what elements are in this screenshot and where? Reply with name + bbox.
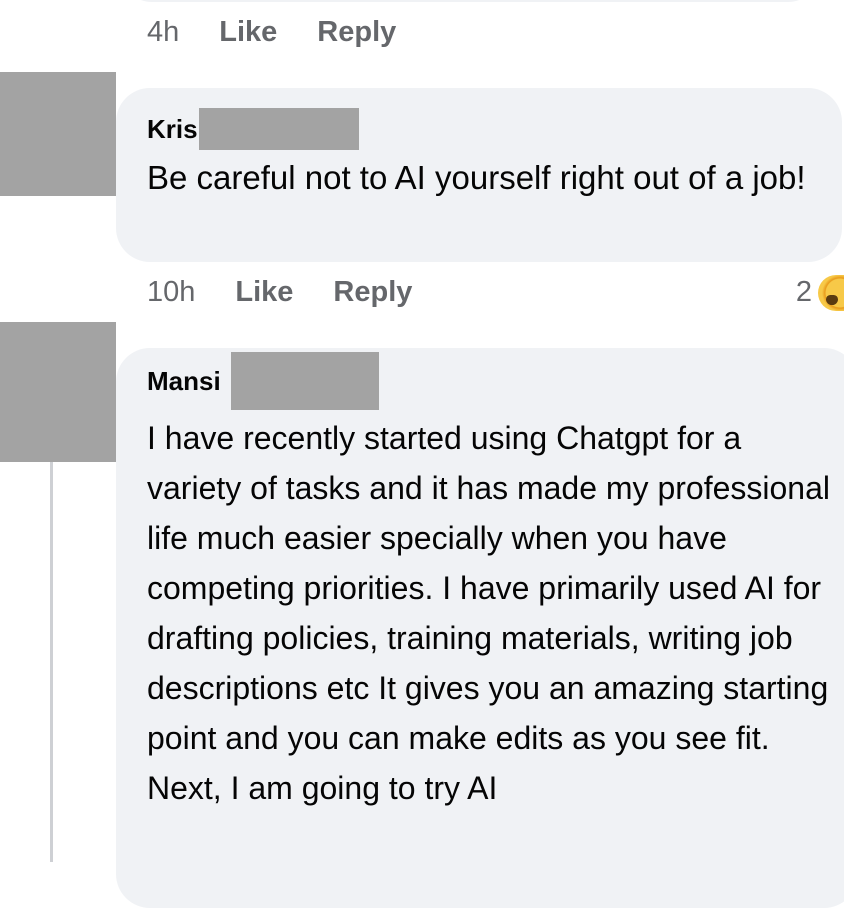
avatar[interactable] <box>0 72 116 196</box>
comment-author[interactable]: Mansi <box>147 352 379 410</box>
avatar[interactable] <box>0 322 116 462</box>
author-name[interactable]: Mansi <box>147 366 221 397</box>
comment-author[interactable]: Kris <box>147 108 359 150</box>
surprised-emoji-icon <box>818 274 844 311</box>
comment-actions-2: 10h Like Reply 2 <box>147 274 844 311</box>
comment-timestamp[interactable]: 10h <box>147 276 195 309</box>
redacted-name <box>198 108 359 150</box>
reaction-summary[interactable]: 2 <box>795 274 844 311</box>
author-name[interactable]: Kris <box>147 114 198 145</box>
redacted-name <box>230 352 379 410</box>
like-button[interactable]: Like <box>235 276 293 309</box>
previous-comment-bubble <box>120 0 820 2</box>
reply-thread-line <box>50 462 53 862</box>
comment-text: Be careful not to AI yourself right out … <box>147 159 806 196</box>
comment-text: I have recently started using Chatgpt fo… <box>147 420 830 806</box>
reply-button[interactable]: Reply <box>317 16 396 49</box>
comment-actions-1: 4h Like Reply <box>147 16 436 49</box>
like-button[interactable]: Like <box>219 16 277 49</box>
reaction-count: 2 <box>795 276 812 308</box>
reply-button[interactable]: Reply <box>333 276 412 309</box>
comment-timestamp[interactable]: 4h <box>147 16 179 49</box>
